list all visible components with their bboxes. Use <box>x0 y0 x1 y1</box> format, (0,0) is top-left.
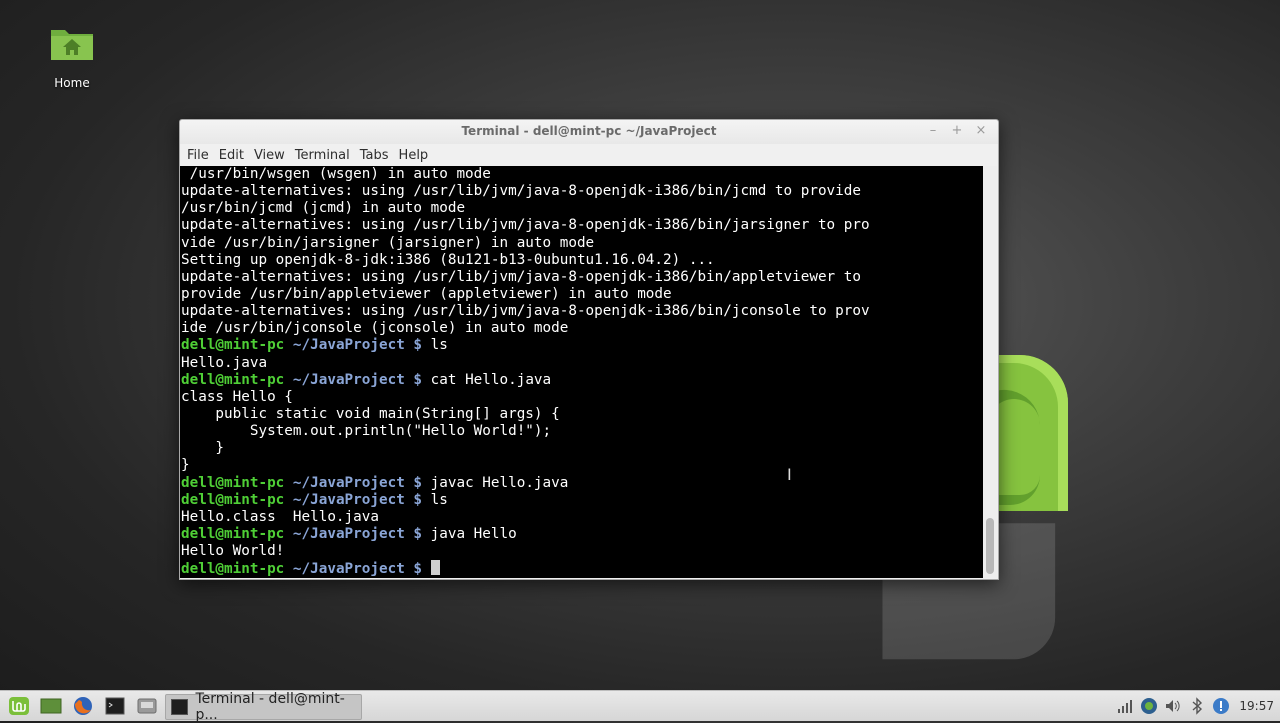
terminal-command-line: dell@mint-pc ~/JavaProject $ ls <box>180 337 983 354</box>
home-folder-icon <box>51 30 93 60</box>
text-cursor-icon: Ⅰ <box>787 465 792 484</box>
prompt-user: dell@mint-pc <box>181 337 285 354</box>
menu-view[interactable]: View <box>249 148 290 163</box>
menu-help[interactable]: Help <box>394 148 434 163</box>
terminal-command-line: dell@mint-pc ~/JavaProject $ <box>180 560 983 577</box>
volume-icon[interactable] <box>1164 697 1182 715</box>
command-text: java Hello <box>422 525 517 542</box>
terminal-output-line: Setting up openjdk-8-jdk:i386 (8u121-b13… <box>181 251 715 268</box>
command-text: ls <box>422 491 448 508</box>
network-signal-icon[interactable] <box>1116 697 1134 715</box>
taskbar-terminal-task[interactable]: Terminal - dell@mint-p... <box>165 691 362 723</box>
terminal-output-line: update-alternatives: using /usr/lib/jvm/… <box>181 268 861 285</box>
prompt-user: dell@mint-pc <box>181 474 285 491</box>
window-title: Terminal - dell@mint-pc ~/JavaProject <box>461 124 717 138</box>
terminal-output-line: update-alternatives: using /usr/lib/jvm/… <box>181 217 870 234</box>
menu-file[interactable]: File <box>182 148 214 163</box>
menu-edit[interactable]: Edit <box>214 148 249 163</box>
clock[interactable]: 19:57 <box>1239 699 1274 713</box>
prompt-user: dell@mint-pc <box>181 371 285 388</box>
terminal-output-line: /usr/bin/wsgen (wsgen) in auto mode <box>181 166 491 182</box>
minimize-button[interactable]: – <box>926 123 940 139</box>
bluetooth-icon[interactable] <box>1188 697 1206 715</box>
prompt-path: ~/JavaProject $ <box>284 561 423 578</box>
system-tray: 19:57 <box>1113 691 1280 721</box>
terminal-output-line: /usr/bin/jcmd (jcmd) in auto mode <box>181 200 466 217</box>
menu-tabs[interactable]: Tabs <box>355 148 394 163</box>
terminal-scrollbar[interactable] <box>983 166 997 578</box>
prompt-path: ~/JavaProject $ <box>284 371 423 388</box>
prompt-path: ~/JavaProject $ <box>284 474 423 491</box>
terminal-command-line: dell@mint-pc ~/JavaProject $ javac Hello… <box>180 475 983 492</box>
taskbar: Terminal - dell@mint-p... 19:57 <box>0 690 1280 723</box>
terminal-output-line: System.out.println("Hello World!"); <box>181 423 552 440</box>
terminal-cursor <box>430 560 440 576</box>
close-button[interactable]: × <box>974 123 988 139</box>
firefox-icon[interactable] <box>72 696 94 716</box>
home-label: Home <box>54 76 90 90</box>
taskbar-task-label: Terminal - dell@mint-p... <box>195 691 345 723</box>
prompt-path: ~/JavaProject $ <box>284 525 423 542</box>
menu-terminal[interactable]: Terminal <box>290 148 355 163</box>
terminal-output-line: } <box>181 457 190 474</box>
menu-bar: File Edit View Terminal Tabs Help <box>180 144 998 166</box>
terminal-output-line: vide /usr/bin/jarsigner (jarsigner) in a… <box>181 234 595 251</box>
terminal-icon[interactable] <box>104 696 126 716</box>
scrollbar-thumb[interactable] <box>986 518 994 574</box>
terminal-output-line: ide /usr/bin/jconsole (jconsole) in auto… <box>181 320 569 337</box>
terminal-output-line: update-alternatives: using /usr/lib/jvm/… <box>181 183 861 200</box>
terminal-task-icon <box>171 699 189 715</box>
prompt-user: dell@mint-pc <box>181 525 285 542</box>
terminal-output-line: update-alternatives: using /usr/lib/jvm/… <box>181 303 870 320</box>
command-text: ls <box>422 337 448 354</box>
files-icon[interactable] <box>136 696 158 716</box>
terminal-output-line: class Hello { <box>181 388 293 405</box>
terminal-output-line: Hello.java <box>181 354 268 371</box>
terminal-output-line: Hello World! <box>181 543 285 560</box>
home-desktop-icon[interactable]: Home <box>40 24 104 90</box>
prompt-path: ~/JavaProject $ <box>284 337 423 354</box>
mint-menu-icon[interactable] <box>8 696 30 716</box>
command-text: cat Hello.java <box>422 371 552 388</box>
terminal-window: Terminal - dell@mint-pc ~/JavaProject – … <box>179 119 999 580</box>
prompt-user: dell@mint-pc <box>181 491 285 508</box>
show-desktop-icon[interactable] <box>40 696 62 716</box>
terminal-output[interactable]: /usr/bin/wsgen (wsgen) in auto mode updat… <box>180 166 983 578</box>
update-shield-icon[interactable] <box>1212 697 1230 715</box>
terminal-command-line: dell@mint-pc ~/JavaProject $ java Hello <box>180 526 983 543</box>
terminal-command-line: dell@mint-pc ~/JavaProject $ cat Hello.j… <box>180 372 983 389</box>
maximize-button[interactable]: + <box>950 123 964 139</box>
command-text <box>422 561 431 577</box>
terminal-command-line: dell@mint-pc ~/JavaProject $ ls <box>180 492 983 509</box>
prompt-user: dell@mint-pc <box>181 561 285 578</box>
terminal-output-line: provide /usr/bin/appletviewer (appletvie… <box>181 285 672 302</box>
terminal-output-line: } <box>181 440 225 457</box>
globe-icon[interactable] <box>1140 697 1158 715</box>
terminal-output-line: Hello.class Hello.java <box>181 508 379 525</box>
command-text: javac Hello.java <box>422 474 569 491</box>
title-bar[interactable]: Terminal - dell@mint-pc ~/JavaProject – … <box>180 120 998 144</box>
prompt-path: ~/JavaProject $ <box>284 491 423 508</box>
terminal-output-line: public static void main(String[] args) { <box>181 405 560 422</box>
